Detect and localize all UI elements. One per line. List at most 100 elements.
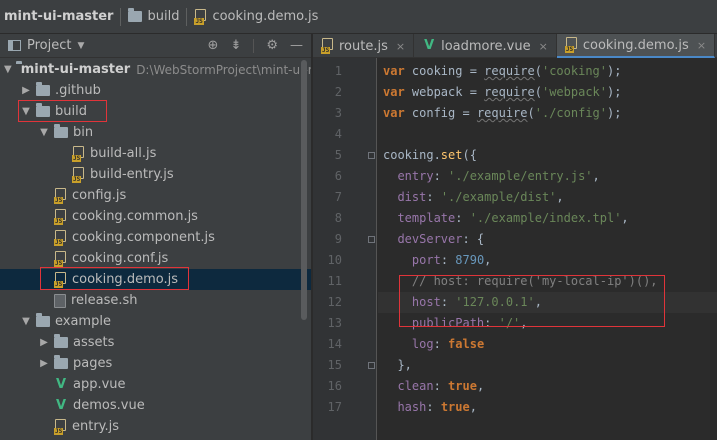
breadcrumb-folder-label: build xyxy=(147,9,180,24)
folder-icon xyxy=(54,334,68,348)
code-line[interactable]: hash: true, xyxy=(383,397,477,418)
tree-file[interactable]: JS cooking.demo.js xyxy=(0,269,311,290)
tree-item-label: cooking.demo.js xyxy=(72,272,178,287)
editor-tab[interactable]: Vloadmore.vue × xyxy=(414,34,557,58)
js-file-icon: JS xyxy=(54,187,67,204)
close-icon[interactable]: × xyxy=(697,39,706,52)
folder-icon xyxy=(54,355,68,369)
tree-file[interactable]: Vdemos.vue xyxy=(0,395,311,416)
code-editor[interactable]: var cooking = require('cooking'); var web… xyxy=(378,58,717,440)
gear-icon[interactable]: ⚙ xyxy=(266,38,278,53)
minimize-icon[interactable]: — xyxy=(290,38,303,53)
breadcrumb-separator xyxy=(120,7,122,26)
tree-file[interactable]: JS cooking.common.js xyxy=(0,206,311,227)
tree-item-label: example xyxy=(55,314,111,329)
code-line[interactable]: var config = require('./config'); xyxy=(383,103,621,124)
code-line[interactable]: }, xyxy=(383,355,411,376)
tab-label: cooking.demo.js xyxy=(582,37,689,53)
js-file-icon: JS xyxy=(54,208,67,225)
line-number: 15 xyxy=(327,358,342,372)
tree-item-label: build xyxy=(55,104,87,119)
code-line[interactable]: var cooking = require('cooking'); xyxy=(383,61,621,82)
folder-icon xyxy=(36,313,50,327)
chevron-down-icon[interactable]: ▼ xyxy=(77,41,84,51)
chevron-down-icon[interactable]: ▼ xyxy=(20,316,32,327)
editor-tab[interactable]: JS route.js × xyxy=(313,34,415,58)
fold-marker-icon[interactable] xyxy=(368,236,375,243)
code-line[interactable]: port: 8790, xyxy=(383,250,492,271)
js-file-icon: JS xyxy=(54,418,67,435)
target-icon[interactable]: ⊕ xyxy=(208,38,219,53)
project-panel-title[interactable]: Project xyxy=(27,38,71,53)
chevron-down-icon[interactable]: ▼ xyxy=(38,127,50,138)
tree-file[interactable]: release.sh xyxy=(0,290,311,311)
chevron-right-icon[interactable]: ▶ xyxy=(20,85,32,96)
close-icon[interactable]: × xyxy=(396,40,405,53)
tree-folder[interactable]: ▶ pages xyxy=(0,353,311,374)
chevron-down-icon[interactable]: ▼ xyxy=(4,64,12,75)
line-number: 9 xyxy=(334,232,342,246)
js-file-icon: JS xyxy=(321,38,334,54)
line-number: 12 xyxy=(327,295,342,309)
code-line[interactable]: log: false xyxy=(383,334,484,355)
chevron-right-icon[interactable]: ▶ xyxy=(38,337,50,348)
toolbar-divider xyxy=(253,38,255,53)
code-line[interactable]: clean: true, xyxy=(383,376,484,397)
tab-label: loadmore.vue xyxy=(441,38,531,54)
breadcrumb-folder[interactable]: build xyxy=(128,8,180,24)
editor-tab-bar: JS route.js × Vloadmore.vue × JS cooking.demo.… xyxy=(313,34,717,58)
line-number: 5 xyxy=(334,148,342,162)
tree-file[interactable]: JS build-all.js xyxy=(0,143,311,164)
code-line[interactable]: devServer: { xyxy=(383,229,484,250)
line-number: 6 xyxy=(334,169,342,183)
code-line[interactable]: cooking.set({ xyxy=(383,145,477,166)
js-file-icon: JS xyxy=(564,37,578,53)
folder-icon xyxy=(54,124,68,138)
fold-marker-icon[interactable] xyxy=(368,362,375,369)
code-line[interactable]: publicPath: '/', xyxy=(383,313,528,334)
tree-item-label: demos.vue xyxy=(73,398,145,413)
code-line[interactable]: template: './example/index.tpl', xyxy=(383,208,628,229)
chevron-right-icon[interactable]: ▶ xyxy=(38,358,50,369)
code-line[interactable]: entry: './example/entry.js', xyxy=(383,166,599,187)
tree-file[interactable]: JS entry.js xyxy=(0,416,311,437)
tree-item-label: assets xyxy=(73,335,115,350)
tree-folder[interactable]: ▼ mint-ui-master D:\WebStormProject\mint-u… xyxy=(0,59,311,80)
code-line[interactable]: var webpack = require('webpack'); xyxy=(383,82,621,103)
breadcrumb-file-label: cooking.demo.js xyxy=(212,9,319,24)
close-icon[interactable]: × xyxy=(539,40,548,53)
tree-folder[interactable]: ▶ assets xyxy=(0,332,311,353)
fold-marker-icon[interactable] xyxy=(368,152,375,159)
tree-file[interactable]: JS cooking.conf.js xyxy=(0,248,311,269)
scrollbar[interactable] xyxy=(301,60,307,320)
tree-file[interactable]: JS cooking.component.js xyxy=(0,227,311,248)
js-file-icon: JS xyxy=(72,166,85,183)
folder-icon xyxy=(36,103,50,117)
editor-tab[interactable]: JS cooking.demo.js × xyxy=(556,34,716,58)
tree-item-label: pages xyxy=(73,356,113,371)
line-number: 2 xyxy=(334,85,342,99)
tree-folder[interactable]: ▼ build xyxy=(0,101,311,122)
code-line[interactable]: host: '127.0.0.1', xyxy=(378,292,717,313)
tree-folder[interactable]: ▼ bin xyxy=(0,122,311,143)
tree-file[interactable]: JS config.js xyxy=(0,185,311,206)
tree-item-label: bin xyxy=(73,125,94,140)
tree-file[interactable]: JS build-entry.js xyxy=(0,164,311,185)
collapse-icon[interactable]: ⇟ xyxy=(230,38,241,53)
code-line[interactable]: // host: require('my-local-ip')(), xyxy=(383,271,658,292)
line-number: 16 xyxy=(327,379,342,393)
breadcrumb-project[interactable]: mint-ui-master xyxy=(4,9,113,24)
tree-item-label: cooking.component.js xyxy=(72,230,215,245)
tree-item-label: entry.js xyxy=(72,419,120,434)
breadcrumb-file[interactable]: JS cooking.demo.js xyxy=(194,8,319,25)
tree-folder[interactable]: ▶ .github xyxy=(0,80,311,101)
line-number-gutter: 1 2 3 4 5 6 7 8 9 10 11 12 13 14 15 16 17 xyxy=(313,58,401,440)
breadcrumb: mint-ui-master build JS cooking.demo.js xyxy=(0,0,717,34)
tree-folder[interactable]: ▼ example xyxy=(0,311,311,332)
js-file-icon: JS xyxy=(54,271,67,288)
project-icon xyxy=(8,40,21,51)
tree-file[interactable]: Vapp.vue xyxy=(0,374,311,395)
chevron-down-icon[interactable]: ▼ xyxy=(20,106,32,117)
tree-item-label: mint-ui-master xyxy=(20,62,131,77)
code-line[interactable]: dist: './example/dist', xyxy=(383,187,563,208)
